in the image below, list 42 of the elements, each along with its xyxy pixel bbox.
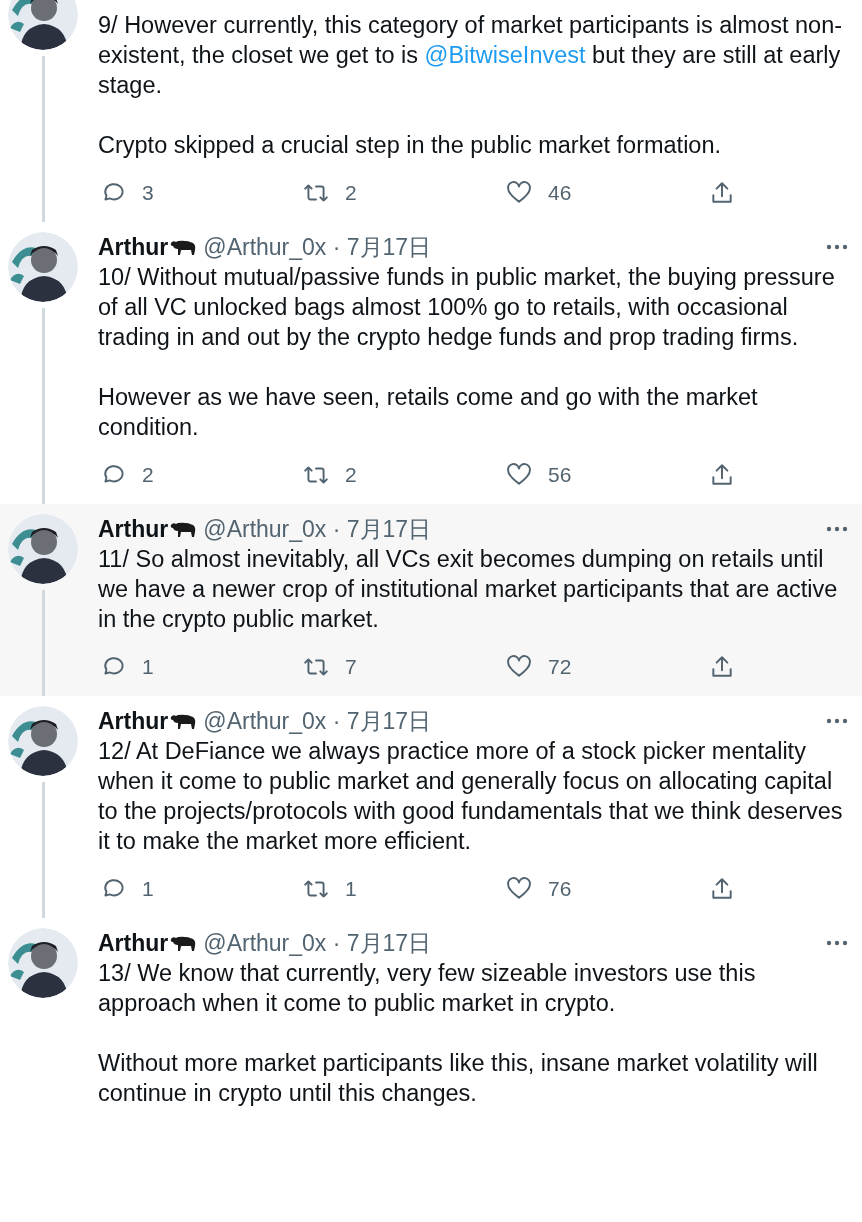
retweet-count: 1 <box>345 877 357 901</box>
tweet-text: 10/ Without mutual/passive funds in public market, the buying pressure of all VC unlocked bags almost 100% go to retails, with occasional trading in and out by the crypto hedge funds and prop trading firms. <box>98 263 836 352</box>
reply-count: 1 <box>142 877 154 901</box>
bull-icon <box>169 712 198 730</box>
like-count: 76 <box>548 877 572 901</box>
display-name[interactable]: Arthur <box>98 515 169 543</box>
display-name[interactable]: Arthur <box>98 707 169 735</box>
tweet-text: 13/ We know that currently, very few sizeable investors use this approach when it come to public market in crypto. <box>98 959 757 1018</box>
more-icon[interactable] <box>826 244 848 250</box>
reply-count: 1 <box>142 655 154 679</box>
tweet-text: Without more market participants like this, insane market volatility will continue in crypto until this changes. <box>98 1049 819 1108</box>
retweet-count: 2 <box>345 463 357 487</box>
retweet-count: 2 <box>345 181 357 205</box>
reply-count: 3 <box>142 181 154 205</box>
tweet-text: 11/ So almost inevitably, all VCs exit becomes dumping on retails until we have a newer crop of institutional market participants that are active in the crypto public market. <box>98 545 839 634</box>
more-icon[interactable] <box>826 718 848 724</box>
handle-and-date[interactable]: @Arthur_0x · 7月17日 <box>203 513 432 545</box>
reply-count: 2 <box>142 463 154 487</box>
bull-icon <box>169 520 198 538</box>
handle-and-date[interactable]: @Arthur_0x · 7月17日 <box>203 705 432 737</box>
bull-icon <box>169 238 198 256</box>
tweet-card[interactable] <box>0 504 862 696</box>
share-icon[interactable] <box>709 462 735 488</box>
avatar[interactable] <box>8 0 78 50</box>
display-name[interactable]: Arthur <box>98 929 169 957</box>
more-icon[interactable] <box>826 526 848 532</box>
tweet-text: However as we have seen, retails come and go with the market condition. <box>98 383 759 442</box>
share-icon[interactable] <box>709 654 735 680</box>
tweet-text: Crypto skipped a crucial step in the public market formation. <box>98 131 723 160</box>
display-name[interactable]: Arthur <box>98 233 169 261</box>
tweet-text: 9/ However currently, this category of market participants is almost non-existent, the closet we get to is @BitwiseInvest but they are still at early stage. <box>98 11 844 100</box>
like-count: 56 <box>548 463 572 487</box>
share-icon[interactable] <box>709 180 735 206</box>
more-icon[interactable] <box>826 940 848 946</box>
like-count: 46 <box>548 181 572 205</box>
handle-and-date[interactable]: @Arthur_0x · 7月17日 <box>203 927 432 959</box>
retweet-count: 7 <box>345 655 357 679</box>
handle-and-date[interactable]: @Arthur_0x · 7月17日 <box>203 231 432 263</box>
bull-icon <box>169 934 198 952</box>
like-count: 72 <box>548 655 572 679</box>
tweet-text: 12/ At DeFiance we always practice more of a stock picker mentality when it come to public market and generally focus on allocating capital to the projects/protocols with good fundamentals that we think deserves it to make the market more efficient. <box>98 737 844 856</box>
share-icon[interactable] <box>709 876 735 902</box>
